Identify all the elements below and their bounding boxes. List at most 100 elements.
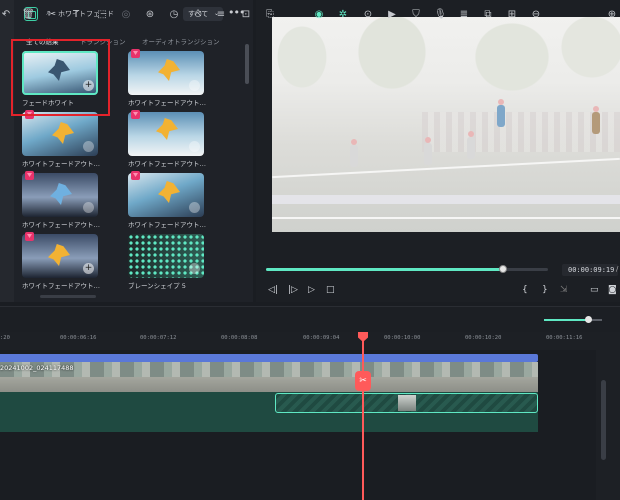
download-icon[interactable] [83,141,94,152]
clip-marker-bar[interactable] [0,354,538,362]
download-icon[interactable] [189,202,200,213]
horizontal-scrollbar[interactable] [40,295,96,298]
premium-gem-icon [131,110,140,119]
ruler-label: 00:00:07:12 [140,335,177,341]
play-icon[interactable]: ▷ [308,285,315,295]
effect-card[interactable]: ブレーンシェイプ 5 [128,234,204,290]
download-icon[interactable] [189,80,200,91]
effect-label: ホワイトフェードアウトトラン… [22,221,106,229]
prev-frame-icon[interactable]: ◁| [268,285,278,295]
effect-label: ブレーンシェイプ 5 [128,282,186,290]
effect-thumbnail [22,112,98,156]
runner [350,139,358,167]
effect-thumbnail [128,112,204,156]
zoom-in-icon[interactable]: ⊕ [606,9,618,21]
effect-label: ホワイトフェードアウトトラン… [22,160,106,168]
ruler-label: 00:00:10:20 [465,335,502,341]
timecode-display: 00:00:09:19 [562,264,618,276]
premium-gem-icon [25,232,34,241]
effect-label: ホワイトフェードアウトトランジ… [128,160,212,168]
ruler-label: 00:00:09:04 [303,335,340,341]
crop-zoom-icon[interactable]: ⊡ [240,9,252,21]
crop-icon[interactable]: ⬚ [96,9,108,21]
mark-out-icon[interactable]: } [542,285,548,295]
mark-in-icon[interactable]: { [522,285,528,295]
replace-icon[interactable]: ⧉ [482,9,494,21]
ai-icon[interactable]: ◉ [313,9,325,21]
snowboarder-image [48,244,70,266]
delete-icon[interactable]: 🗑 [22,9,35,21]
tab-audio-transitions[interactable]: オーディオトランジション [142,36,220,46]
effect-thumbnail [128,51,204,95]
ruler-label: 00:00:10:00 [384,335,421,341]
transition-thumbnail [398,395,416,411]
adjust-icon[interactable]: ≡ [215,9,227,21]
snap-icon[interactable]: ✲ [337,9,349,21]
cut-icon[interactable]: ✂ [46,9,58,21]
snowboarder-image [50,183,72,205]
download-icon[interactable] [189,263,200,274]
video-preview[interactable] [272,17,620,232]
translate-icon[interactable]: ⎘ [264,9,276,21]
effect-card[interactable]: + ホワイトフェードアウトトラン… [22,232,106,290]
ruler-label: 00:00:08:08 [221,335,258,341]
track-line [272,217,620,219]
next-frame-icon[interactable]: |▷ [288,285,298,295]
text-icon[interactable]: T [70,9,82,21]
plus-icon[interactable]: + [83,263,94,274]
timeline-toolbar [0,306,620,332]
download-icon[interactable] [189,141,200,152]
zoom-out-icon[interactable]: ⊖ [530,9,542,21]
effect-card[interactable]: ホワイトフェードアウトトランジ… [128,110,212,168]
zoom-slider[interactable] [544,316,602,323]
video-trees [272,17,620,127]
progress-knob[interactable] [498,265,507,273]
snowboarder-image [158,59,180,81]
snowboarder-image [158,181,180,203]
red-highlight-box [11,39,110,116]
effect-card[interactable]: ホワイトフェードアウトトランジ… [128,49,212,107]
snapshot-icon[interactable]: ◙ [608,285,617,295]
playhead[interactable] [362,340,364,500]
effect-card[interactable]: ホワイトフェードアウトトランジ… [128,171,212,229]
premium-gem-icon [131,49,140,58]
effects-scrollbar[interactable] [245,44,249,84]
stop-icon[interactable]: □ [326,285,335,295]
runner [424,137,432,165]
track-line [272,157,620,179]
timeline-scrollbar[interactable] [601,380,606,460]
effects-icon[interactable]: ⊛ [144,9,156,21]
premium-gem-icon [25,171,34,180]
record-icon[interactable]: ▶ [386,9,398,21]
color-match-icon[interactable]: ◎ [120,9,132,21]
subtitle-icon[interactable]: ≣ [458,9,470,21]
render-preview-icon[interactable]: ⊙ [362,9,374,21]
effect-label: ホワイトフェードアウトトランジ… [128,221,212,229]
video-clip[interactable]: 20241002_024117488 [0,362,538,392]
ruler-label: 00:00:06:16 [60,335,97,341]
clip-filmstrip [0,377,538,392]
snowboarder-image [156,118,178,140]
scissors-icon[interactable]: ✂ [355,371,371,391]
progress-fill [266,268,503,271]
effect-label: ホワイトフェードアウトトランジ… [128,99,212,107]
render-icon[interactable]: ⇲ [560,285,568,295]
microphone-icon[interactable]: 🎙 [434,9,447,21]
snowboarder-image [52,122,74,144]
video-banner [272,195,620,204]
speed-icon[interactable]: ◷ [168,9,180,21]
timecode-separator: / [616,265,619,273]
timer-icon[interactable]: ⏱ [192,9,204,21]
effect-card[interactable]: ホワイトフェードアウトトラン… [22,171,106,229]
zoom-knob[interactable] [584,316,592,323]
shield-icon[interactable]: ⛉ [410,9,422,21]
runner [497,99,505,127]
effect-card[interactable]: ホワイトフェードアウトトラン… [22,110,106,168]
fit-icon[interactable]: ⊞ [506,9,518,21]
download-icon[interactable] [83,202,94,213]
effect-thumbnail [22,173,98,217]
monitor-icon[interactable]: ▭ [590,285,599,295]
undo-icon[interactable]: ↶ [0,9,12,21]
playback-progress[interactable] [266,265,548,273]
effect-label: ホワイトフェードアウトトラン… [22,282,106,290]
